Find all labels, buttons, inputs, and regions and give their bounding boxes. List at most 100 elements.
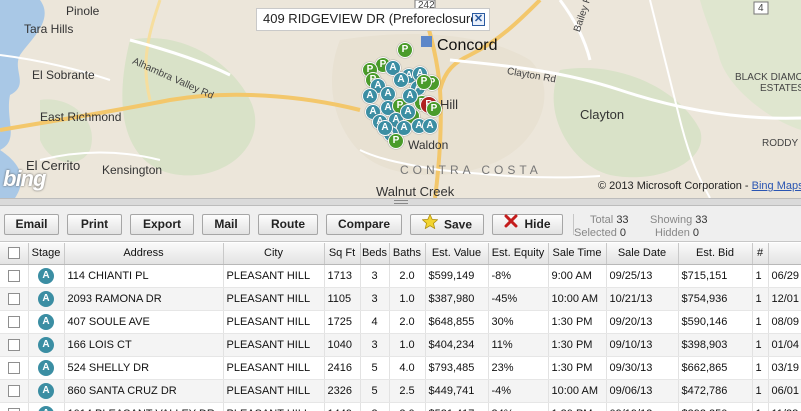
map-label-contra-costa: CONTRA COSTA <box>400 163 542 177</box>
beds-cell: 3 <box>360 333 390 357</box>
map-pin-auction[interactable]: A <box>362 88 378 104</box>
row-select-cell[interactable] <box>0 287 29 311</box>
column-header-sale-date[interactable]: Sale Date <box>606 243 679 265</box>
table-row[interactable]: A 1014 PLEASANT VALLEY DRPLEASANT HILL144… <box>0 402 801 411</box>
map-pin-auction[interactable]: A <box>422 118 438 134</box>
row-checkbox[interactable] <box>7 407 20 411</box>
row-select-cell[interactable] <box>0 333 29 357</box>
sale-time-cell: 1:30 PM <box>548 356 607 380</box>
table-row[interactable]: A 166 LOIS CT PLEASANT HILL 1040 3 1.0 $404,23… <box>0 333 801 357</box>
row-checkbox[interactable] <box>7 338 20 351</box>
sale-date-cell: 09/20/13 <box>606 310 679 334</box>
bing-maps-link[interactable]: Bing Maps <box>752 180 801 192</box>
map-label-estates: ESTATES <box>760 83 801 94</box>
stage-cell: A <box>28 402 65 411</box>
stage-badge[interactable]: A <box>38 267 54 284</box>
stage-cell: A <box>28 356 65 380</box>
row-checkbox[interactable] <box>7 269 20 282</box>
table-row[interactable]: A 524 SHELLY DR PLEASANT HILL 2416 5 4.0 $793,… <box>0 356 801 380</box>
address-cell: 1014 PLEASANT VALLEY DR <box>64 402 224 411</box>
column-header-extra[interactable] <box>768 243 801 265</box>
est-bid-cell: $754,936 <box>678 287 753 311</box>
map-label-el-sobrante: El Sobrante <box>32 68 95 82</box>
column-header-stage[interactable]: Stage <box>28 243 65 265</box>
extra-cell: 08/09 <box>768 310 801 334</box>
map-label-roddy-ranch: RODDY R <box>762 138 801 149</box>
table-row[interactable]: A 114 CHIANTI PL PLEASANT HILL 1713 3 2.0 $599… <box>0 264 801 288</box>
extra-cell: 12/01 <box>768 287 801 311</box>
row-checkbox[interactable] <box>7 361 20 374</box>
row-select-cell[interactable] <box>0 356 29 380</box>
table-row[interactable]: A 2093 RAMONA DR PLEASANT HILL 1105 3 1.0 $387… <box>0 287 801 311</box>
map-pin-auction[interactable]: A <box>393 72 409 88</box>
column-header-sale-time[interactable]: Sale Time <box>548 243 607 265</box>
map-label-concord: Concord <box>437 37 498 54</box>
stage-badge[interactable]: A <box>38 405 54 411</box>
select-all-header[interactable] <box>0 243 29 265</box>
email-button[interactable]: Email <box>4 214 59 235</box>
count-cell: 1 <box>752 402 769 411</box>
baths-cell: 2.5 <box>389 379 426 403</box>
map-pin-auction[interactable]: A <box>402 88 418 104</box>
column-header-count[interactable]: # <box>752 243 769 265</box>
column-header-est-value[interactable]: Est. Value <box>425 243 489 265</box>
save-button[interactable]: Save <box>410 213 484 235</box>
map-info-popup[interactable]: 409 RIDGEVIEW DR (Preforeclosure) ✕ <box>256 8 490 31</box>
table-row[interactable]: A 860 SANTA CRUZ DR PLEASANT HILL 2326 5 2.5 $… <box>0 379 801 403</box>
column-header-est-bid[interactable]: Est. Bid <box>678 243 753 265</box>
column-header-city[interactable]: City <box>223 243 325 265</box>
sale-time-cell: 1:30 PM <box>548 310 607 334</box>
hide-button[interactable]: Hide <box>492 214 563 235</box>
column-header-baths[interactable]: Baths <box>389 243 426 265</box>
row-checkbox[interactable] <box>7 315 20 328</box>
city-cell: PLEASANT HILL <box>223 402 325 411</box>
stat-selected-label: Selected <box>574 227 617 239</box>
print-button[interactable]: Print <box>67 214 122 235</box>
results-grid: Stage Address City Sq Ft Beds Baths Est.… <box>0 243 801 411</box>
column-header-beds[interactable]: Beds <box>360 243 390 265</box>
column-header-sqft[interactable]: Sq Ft <box>324 243 361 265</box>
map-pin-auction[interactable]: A <box>400 104 416 120</box>
map-pin-preforeclosure[interactable]: P <box>388 133 404 149</box>
stage-cell: A <box>28 333 65 357</box>
splitter-grip-icon[interactable] <box>394 200 408 204</box>
est-equity-cell: -45% <box>488 287 549 311</box>
row-checkbox[interactable] <box>7 384 20 397</box>
est-bid-cell: $662,865 <box>678 356 753 380</box>
est-bid-cell: $590,146 <box>678 310 753 334</box>
est-equity-cell: -8% <box>488 264 549 288</box>
compare-button[interactable]: Compare <box>326 214 402 235</box>
highway-4-label: 4 <box>758 3 764 14</box>
select-all-checkbox[interactable] <box>7 247 20 260</box>
city-cell: PLEASANT HILL <box>223 333 325 357</box>
est-equity-cell: 34% <box>488 402 549 411</box>
row-select-cell[interactable] <box>0 402 29 411</box>
beds-cell: 3 <box>360 264 390 288</box>
map-grid-splitter[interactable] <box>0 198 801 206</box>
mail-button[interactable]: Mail <box>202 214 250 235</box>
map-pin-preforeclosure[interactable]: P <box>426 101 442 117</box>
map-pin-preforeclosure[interactable]: P <box>397 42 413 58</box>
route-button[interactable]: Route <box>258 214 318 235</box>
map-label-clayton: Clayton <box>580 107 625 122</box>
stage-badge[interactable]: A <box>38 290 54 307</box>
row-select-cell[interactable] <box>0 379 29 403</box>
column-header-est-equity[interactable]: Est. Equity <box>488 243 549 265</box>
table-row[interactable]: A 407 SOULE AVE PLEASANT HILL 1725 4 2.0 $648,… <box>0 310 801 334</box>
map-view[interactable]: 242 4 Pinole Tara Hills El Sobrante East… <box>0 0 801 198</box>
popup-close-icon[interactable]: ✕ <box>472 13 485 26</box>
sale-date-cell: 09/25/13 <box>606 264 679 288</box>
stat-showing: Showing 33 <box>650 214 708 226</box>
column-header-address[interactable]: Address <box>64 243 224 265</box>
row-checkbox[interactable] <box>7 292 20 305</box>
row-select-cell[interactable] <box>0 264 29 288</box>
stage-badge[interactable]: A <box>38 359 54 376</box>
stage-badge[interactable]: A <box>38 336 54 353</box>
est-equity-cell: 30% <box>488 310 549 334</box>
map-pin-preforeclosure[interactable]: P <box>416 74 432 90</box>
bing-logo: bing <box>3 166 46 191</box>
stage-badge[interactable]: A <box>38 313 54 330</box>
stage-badge[interactable]: A <box>38 382 54 399</box>
row-select-cell[interactable] <box>0 310 29 334</box>
export-button[interactable]: Export <box>130 214 194 235</box>
